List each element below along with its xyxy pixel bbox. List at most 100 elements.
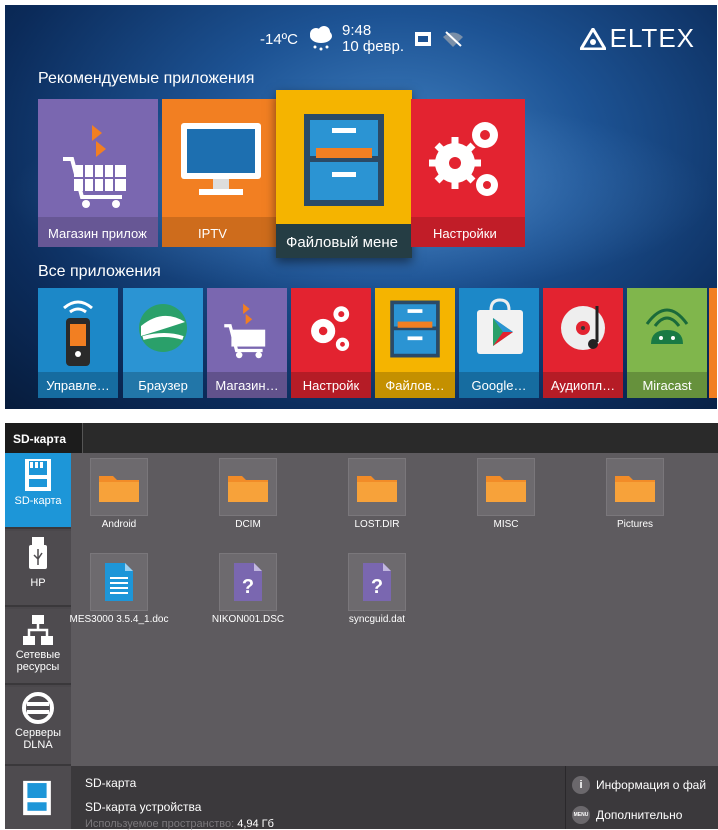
status-bar: -14ºC 9:48 10 февр. xyxy=(260,23,464,55)
folder-icon xyxy=(219,458,277,516)
file-item[interactable]: MES3000 3.5.4_1.doc xyxy=(64,553,174,625)
shopping-cart-icon xyxy=(63,125,126,208)
folder-icon xyxy=(90,458,148,516)
app-tile-browser[interactable]: Браузер xyxy=(123,288,203,398)
unknown-file-icon: ? xyxy=(219,553,277,611)
tv-monitor-icon xyxy=(181,123,261,195)
app-tile-label: Браузер xyxy=(123,372,203,398)
google-play-icon xyxy=(477,298,523,354)
app-tile-label: Google… xyxy=(459,372,539,398)
eltex-logo: ELTEX xyxy=(579,23,695,54)
app-tile-label: Настройк xyxy=(291,372,371,398)
folder-icon xyxy=(477,458,535,516)
all-apps-title: Все приложения xyxy=(38,263,161,280)
ethernet-icon xyxy=(415,32,432,46)
dlna-icon xyxy=(22,692,54,724)
file-name: MISC xyxy=(493,519,519,530)
sd-card-icon xyxy=(25,459,51,491)
file-item[interactable]: LOST.DIR xyxy=(322,458,432,530)
rec-tile-label: IPTV xyxy=(162,217,280,247)
more-label: Дополнительно xyxy=(596,808,683,822)
used-space-value: 4,94 Гб xyxy=(237,818,274,830)
file-manager: SD-карта SD-карта HP Сетевые ресурсы Сер… xyxy=(5,423,718,830)
file-item[interactable]: MISC xyxy=(451,458,561,530)
file-item[interactable]: DCIM xyxy=(193,458,303,530)
sidebar-item-sd-card[interactable]: SD-карта xyxy=(5,453,71,529)
audio-player-icon xyxy=(561,306,605,350)
file-grid: Android DCIM LOST.DIR MISC Pictures MES3… xyxy=(70,453,718,766)
app-tile-label: Магазин… xyxy=(207,372,287,398)
menu-key-icon: MENU xyxy=(572,806,590,824)
sidebar-item-label: SD-карта xyxy=(14,495,62,507)
fm-header: SD-карта xyxy=(5,423,718,453)
file-item[interactable]: Pictures xyxy=(580,458,690,530)
info-icon: i xyxy=(572,776,590,794)
file-name: syncguid.dat xyxy=(348,614,406,625)
snow-cloud-icon xyxy=(310,26,332,51)
app-tile-settings[interactable]: Настройк xyxy=(291,288,371,398)
clock: 9:48 10 февр. xyxy=(342,23,404,55)
footer-sd-card-icon xyxy=(5,766,71,829)
app-tile-miracast[interactable]: Miracast xyxy=(627,288,707,398)
remote-control-icon xyxy=(63,300,93,366)
used-space-label: Используемое пространство: xyxy=(85,818,235,830)
network-icon xyxy=(23,615,53,645)
rec-tile-settings[interactable]: Настройки xyxy=(411,99,525,247)
app-tile-remote[interactable]: Управле… xyxy=(38,288,118,398)
sidebar-item-hp[interactable]: HP xyxy=(5,531,71,607)
gears-icon xyxy=(429,122,498,196)
clock-time: 9:48 xyxy=(342,22,372,39)
app-tile-label: Управле… xyxy=(38,372,118,398)
more-button[interactable]: MENU Дополнительно xyxy=(572,806,682,824)
shopping-cart-icon xyxy=(224,303,266,359)
rec-tile-store[interactable]: Магазин прилож xyxy=(38,99,158,247)
rec-tile-filemanager[interactable]: Файловый мене xyxy=(276,90,412,258)
android-icon xyxy=(645,308,689,344)
app-tile-audio[interactable]: Аудиопл… xyxy=(543,288,623,398)
app-tile-filemanager[interactable]: Файлов… xyxy=(375,288,455,398)
footer-actions: i Информация о фай MENU Дополнительно xyxy=(565,766,718,829)
footer-subtitle: SD-карта устройства xyxy=(85,800,202,814)
browser-globe-icon xyxy=(139,304,187,352)
folder-icon xyxy=(348,458,406,516)
fm-footer: SD-карта SD-карта устройства Используемо… xyxy=(5,766,718,830)
file-item[interactable]: Android xyxy=(64,458,174,530)
wifi-off-icon xyxy=(443,31,464,47)
file-item[interactable]: ? syncguid.dat xyxy=(322,553,432,625)
gears-icon xyxy=(311,306,350,351)
clock-date: 10 февр. xyxy=(342,38,405,55)
app-tile-label: Miracast xyxy=(627,372,707,398)
footer-used-space: Используемое пространство: 4,94 Гб xyxy=(85,818,274,830)
document-icon xyxy=(90,553,148,611)
file-name: Android xyxy=(101,519,137,530)
svg-text:?: ? xyxy=(371,576,383,598)
eltex-logo-icon xyxy=(579,27,606,50)
info-label: Информация о фай xyxy=(596,778,707,792)
file-name: DCIM xyxy=(235,519,261,530)
svg-text:?: ? xyxy=(242,576,254,598)
file-name: MES3000 3.5.4_1.doc xyxy=(69,614,169,625)
app-tile-store[interactable]: Магазин… xyxy=(207,288,287,398)
usb-icon xyxy=(29,537,47,569)
app-tile-partial[interactable] xyxy=(709,288,717,398)
rec-tile-iptv[interactable]: IPTV xyxy=(162,99,280,247)
sidebar-item-network[interactable]: Сетевые ресурсы xyxy=(5,609,71,685)
folder-icon xyxy=(606,458,664,516)
app-tile-google-play[interactable]: Google… xyxy=(459,288,539,398)
file-name: NIKON001.DSC xyxy=(211,614,285,625)
info-button[interactable]: i Информация о фай xyxy=(572,776,706,794)
app-tile-label: Файлов… xyxy=(375,372,455,398)
sidebar-item-label: Серверы DLNA xyxy=(14,727,62,751)
file-name: LOST.DIR xyxy=(354,519,400,530)
rec-tile-label: Настройки xyxy=(411,217,525,247)
sidebar-item-label: HP xyxy=(30,577,46,589)
footer-title: SD-карта xyxy=(85,776,137,790)
rec-tile-label: Магазин прилож xyxy=(38,217,158,247)
tab-sd-card[interactable]: SD-карта xyxy=(5,423,83,453)
file-name: Pictures xyxy=(616,519,654,530)
unknown-file-icon: ? xyxy=(348,553,406,611)
file-item[interactable]: ? NIKON001.DSC xyxy=(193,553,303,625)
sidebar-item-dlna[interactable]: Серверы DLNA xyxy=(5,687,71,766)
fm-sidebar: SD-карта HP Сетевые ресурсы Серверы DLNA xyxy=(5,453,71,766)
file-cabinet-icon xyxy=(390,300,440,358)
